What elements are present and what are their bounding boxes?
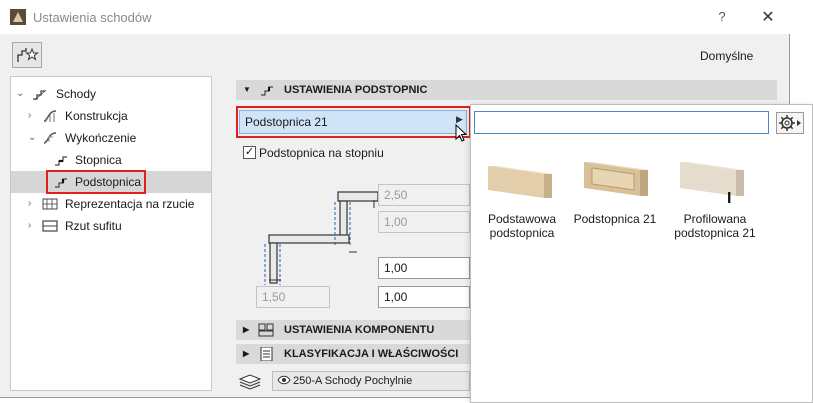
triangle-right-icon[interactable]: ▶ bbox=[243, 320, 249, 340]
dimension-field-4[interactable]: 1,00 bbox=[378, 286, 470, 308]
riser-diagram bbox=[255, 180, 380, 293]
app-icon bbox=[10, 9, 26, 25]
stair-icon bbox=[32, 87, 48, 101]
chevron-right-icon[interactable]: › bbox=[28, 216, 31, 236]
library-item-basic-riser[interactable]: Podstawowa podstopnica bbox=[477, 212, 567, 240]
chevron-right-icon[interactable]: › bbox=[28, 106, 31, 126]
dimension-field-3[interactable]: 1,00 bbox=[378, 257, 470, 279]
tree-item-label: Schody bbox=[56, 87, 97, 101]
dimension-field-1[interactable]: 2,50 bbox=[378, 184, 470, 206]
finish-icon bbox=[42, 131, 58, 145]
dimension-field-2[interactable]: 1,00 bbox=[378, 211, 470, 233]
mouse-cursor-icon bbox=[455, 123, 469, 147]
section-classification[interactable]: ▶ KLASYFIKACJA I WŁAŚCIWOŚCI bbox=[236, 344, 472, 364]
chevron-down-icon[interactable]: ⌄ bbox=[28, 128, 36, 148]
library-item-riser-21[interactable]: Podstopnica 21 bbox=[570, 212, 660, 226]
window-title: Ustawienia schodów bbox=[33, 10, 152, 25]
dimension-field-5[interactable]: 1,50 bbox=[256, 286, 330, 308]
chevron-down-icon[interactable]: ⌄ bbox=[16, 84, 24, 104]
section-riser-settings[interactable]: ▼ USTAWIENIA PODSTOPNIC bbox=[236, 80, 777, 100]
chevron-right-icon[interactable]: › bbox=[28, 194, 31, 214]
tree-item-label: Wykończenie bbox=[65, 131, 137, 145]
riser-thumbnail-profiled[interactable] bbox=[676, 158, 746, 203]
eye-icon bbox=[277, 373, 291, 393]
classification-value: 250-A Schody Pochylnie bbox=[293, 375, 413, 387]
highlight-frame bbox=[46, 170, 146, 194]
riser-library-popup bbox=[470, 104, 813, 403]
classification-selector[interactable]: 250-A Schody Pochylnie bbox=[272, 371, 470, 391]
section-title: KLASYFIKACJA I WŁAŚCIWOŚCI bbox=[284, 348, 459, 360]
tread-icon bbox=[54, 153, 70, 167]
triangle-down-icon[interactable]: ▼ bbox=[243, 80, 251, 100]
structure-icon bbox=[42, 109, 58, 123]
section-title: USTAWIENIA PODSTOPNIC bbox=[284, 84, 428, 96]
checkbox-label: Podstopnica na stopniu bbox=[259, 146, 384, 160]
ceiling-plan-icon bbox=[42, 219, 58, 233]
default-label: Domyślne bbox=[700, 49, 754, 63]
gear-icon bbox=[779, 115, 801, 131]
close-button[interactable]: ✕ bbox=[758, 7, 778, 27]
library-search-input[interactable] bbox=[474, 111, 769, 134]
library-settings-button[interactable] bbox=[776, 112, 804, 134]
layers-icon bbox=[238, 371, 262, 394]
section-component-settings[interactable]: ▶ USTAWIENIA KOMPONENTU PODST bbox=[236, 320, 472, 356]
tree-item-label: Konstrukcja bbox=[65, 109, 128, 123]
riser-thumbnail-21[interactable] bbox=[580, 158, 650, 203]
triangle-right-icon[interactable]: ▶ bbox=[243, 344, 249, 364]
help-button[interactable]: ? bbox=[712, 9, 732, 27]
text-cursor-icon: I bbox=[727, 190, 732, 207]
floor-plan-icon bbox=[42, 197, 58, 211]
component-icon bbox=[258, 323, 274, 344]
document-icon bbox=[260, 346, 274, 368]
highlight-frame bbox=[236, 106, 471, 138]
tree-item-label: Rzut sufitu bbox=[65, 219, 122, 233]
library-item-profiled-riser[interactable]: Profilowana podstopnica 21 bbox=[665, 212, 765, 240]
riser-on-tread-checkbox[interactable]: ✓ bbox=[243, 146, 256, 159]
favorites-icon bbox=[17, 47, 39, 62]
riser-thumbnail-basic[interactable] bbox=[484, 160, 554, 205]
tree-item-label: Stopnica bbox=[75, 153, 122, 167]
favorites-button[interactable] bbox=[12, 42, 42, 68]
riser-icon bbox=[260, 83, 276, 104]
tree-item-label: Reprezentacja na rzucie bbox=[65, 197, 195, 211]
